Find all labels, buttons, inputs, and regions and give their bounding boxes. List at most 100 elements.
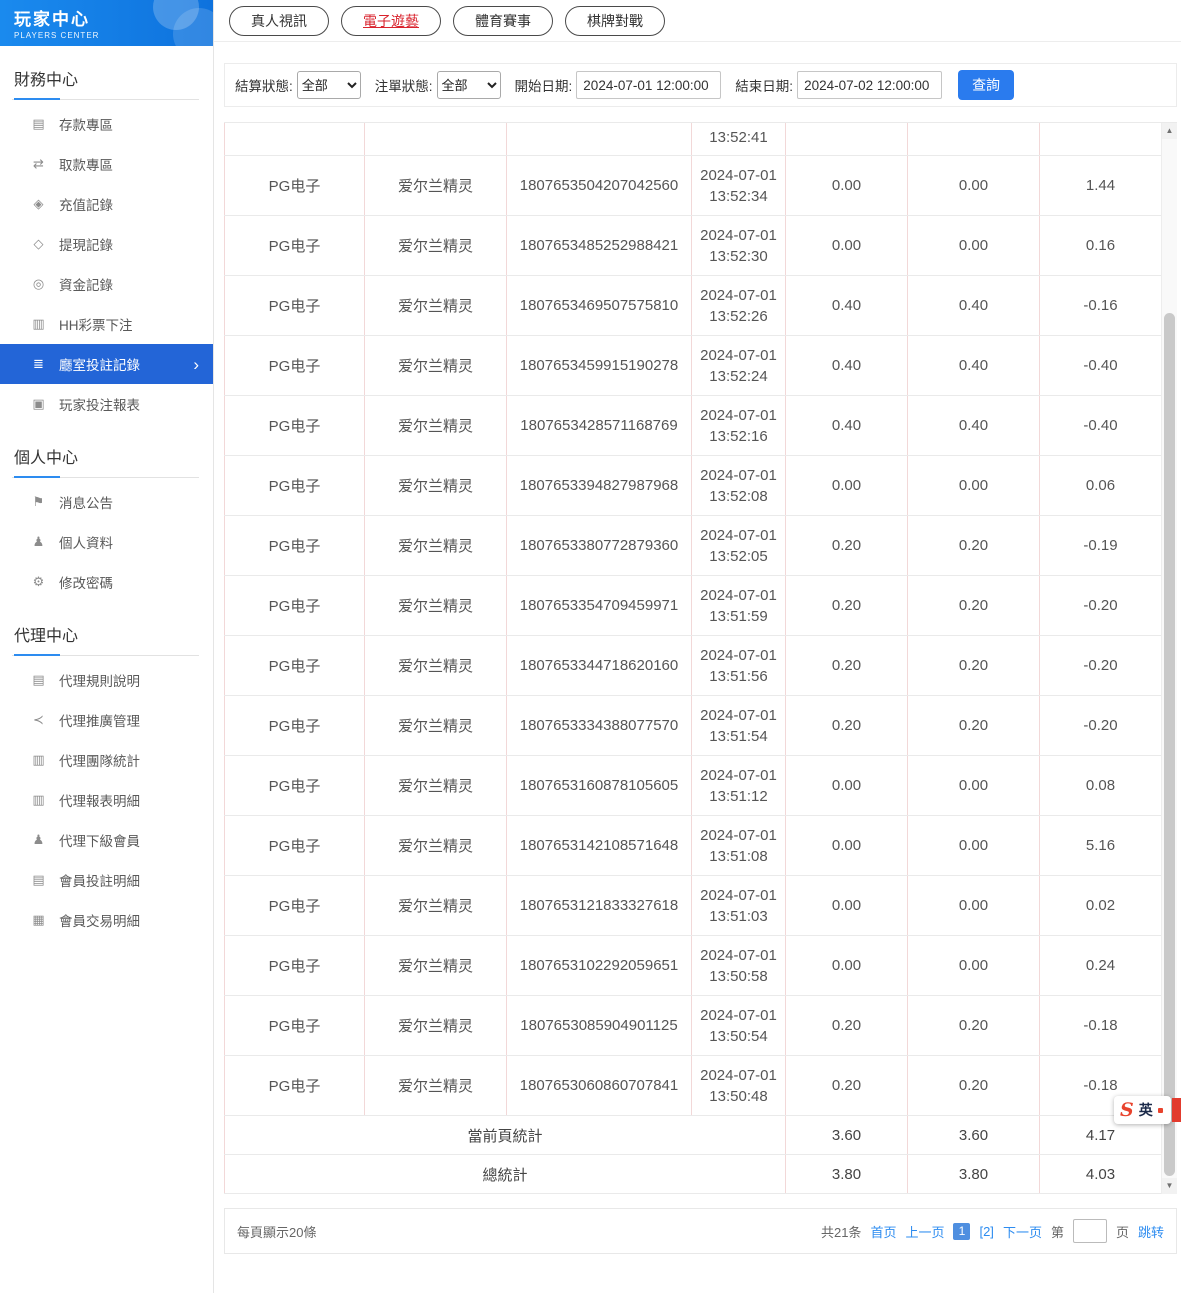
sidebar-item-recharge-records[interactable]: ◈充值記錄 <box>0 184 213 224</box>
cell-game-name: 爱尔兰精灵 <box>365 456 507 516</box>
cell-valid-bet: 0.40 <box>908 396 1040 456</box>
cell-winloss: -0.19 <box>1040 516 1162 576</box>
sidebar-item-member-bet-detail[interactable]: ▤會員投註明細 <box>0 860 213 900</box>
ime-red-fragment <box>1172 1098 1181 1122</box>
jump-button[interactable]: 跳转 <box>1138 1222 1164 1241</box>
cell-order-number: 1807653121833327618 <box>507 876 692 936</box>
sidebar-item-label: 存款專區 <box>59 114 113 134</box>
cell-date: 2024-07-01 <box>698 405 779 426</box>
cell-bet-amount: 0.20 <box>786 996 908 1056</box>
sidebar-item-deposit-zone[interactable]: ▤存款專區 <box>0 104 213 144</box>
sidebar-item-change-password[interactable]: ⚙修改密碼 <box>0 562 213 602</box>
tab-board-card[interactable]: 棋牌對戰 <box>565 6 665 36</box>
bet-table-row: PG电子 爱尔兰精灵 1807653344718620160 2024-07-0… <box>225 636 1162 696</box>
app-root: 玩家中心 PLAYERS CENTER 財務中心▤存款專區⇄取款專區◈充值記錄◇… <box>0 0 1181 1293</box>
sidebar-item-label: 玩家投注報表 <box>59 394 140 414</box>
sidebar-item-profile[interactable]: ♟個人資料 <box>0 522 213 562</box>
cell-time: 13:50:48 <box>698 1086 779 1107</box>
cell-order-number: 1807653060860707841 <box>507 1056 692 1116</box>
cell-provider: PG电子 <box>225 1056 365 1116</box>
sidebar-item-label: 代理推廣管理 <box>59 710 140 730</box>
pagination-controls: 共21条 首页 上一页 1 [2] 下一页 第 页 跳转 <box>821 1219 1164 1243</box>
sidebar-item-player-bet-report[interactable]: ▣玩家投注報表 <box>0 384 213 424</box>
cell-date: 2024-07-01 <box>698 705 779 726</box>
cell-provider <box>225 123 365 156</box>
share-icon: ≺ <box>30 712 47 728</box>
scrollbar-thumb[interactable] <box>1164 313 1175 1176</box>
end-date-input[interactable] <box>797 71 942 99</box>
cell-bet-amount: 0.00 <box>786 216 908 276</box>
cell-provider: PG电子 <box>225 876 365 936</box>
cell-order-number: 1807653160878105605 <box>507 756 692 816</box>
cell-time: 13:52:34 <box>698 186 779 207</box>
ime-indicator: S 英 <box>1114 1096 1171 1124</box>
current-page-indicator[interactable]: 1 <box>953 1223 970 1240</box>
sidebar-item-agent-sub-members[interactable]: ♟代理下級會員 <box>0 820 213 860</box>
sidebar-item-label: 取款專區 <box>59 154 113 174</box>
sidebar-nav: 財務中心▤存款專區⇄取款專區◈充值記錄◇提現記錄◎資金記錄▥HH彩票下注≣廳室投… <box>0 60 213 940</box>
cell-time: 13:51:08 <box>698 846 779 867</box>
cell-time: 13:51:59 <box>698 606 779 627</box>
cell-bet-amount: 0.20 <box>786 696 908 756</box>
brand-header: 玩家中心 PLAYERS CENTER <box>0 0 213 46</box>
cell-date: 2024-07-01 <box>698 645 779 666</box>
sidebar-item-announcements[interactable]: ⚑消息公告 <box>0 482 213 522</box>
transaction-detail-icon: ▦ <box>30 912 47 928</box>
lottery-doc-icon: ▥ <box>30 316 47 332</box>
sidebar-item-label: 充值記錄 <box>59 194 113 214</box>
sidebar-item-member-transaction-detail[interactable]: ▦會員交易明細 <box>0 900 213 940</box>
cell-date: 2024-07-01 <box>698 465 779 486</box>
cell-datetime: 2024-07-01 13:51:56 <box>692 636 786 696</box>
cell-winloss: -0.18 <box>1040 996 1162 1056</box>
vertical-scrollbar[interactable]: ▲ ▼ <box>1161 123 1177 1194</box>
sidebar: 玩家中心 PLAYERS CENTER 財務中心▤存款專區⇄取款專區◈充值記錄◇… <box>0 0 214 1293</box>
search-button[interactable]: 查詢 <box>958 70 1014 100</box>
settle-status-label: 結算狀態: <box>235 75 293 95</box>
bet-detail-icon: ▤ <box>30 872 47 888</box>
cell-provider: PG电子 <box>225 456 365 516</box>
bet-table-row: PG电子 爱尔兰精灵 1807653102292059651 2024-07-0… <box>225 936 1162 996</box>
sidebar-item-hh-lottery-bet[interactable]: ▥ HH彩票下注 <box>0 304 213 344</box>
prev-page-link[interactable]: 上一页 <box>905 1222 944 1241</box>
next-page-link[interactable]: 下一页 <box>1003 1222 1042 1241</box>
first-page-link[interactable]: 首页 <box>870 1222 896 1241</box>
sidebar-item-fund-records[interactable]: ◎資金記錄 <box>0 264 213 304</box>
sidebar-item-agent-report-detail[interactable]: ▥代理報表明細 <box>0 780 213 820</box>
sidebar-item-withdraw-zone[interactable]: ⇄取款專區 <box>0 144 213 184</box>
start-date-input[interactable] <box>576 71 721 99</box>
cell-time: 13:52:16 <box>698 426 779 447</box>
cell-bet-amount: 0.00 <box>786 156 908 216</box>
cell-date: 2024-07-01 <box>698 945 779 966</box>
cell-valid-bet: 0.40 <box>908 276 1040 336</box>
gear-icon: ⚙ <box>30 574 47 590</box>
cell-date: 2024-07-01 <box>698 345 779 366</box>
order-status-select[interactable]: 全部 <box>437 71 501 99</box>
total-stats-valid: 3.80 <box>908 1155 1040 1194</box>
cell-date: 2024-07-01 <box>698 165 779 186</box>
bet-table-row: PG电子 爱尔兰精灵 1807653085904901125 2024-07-0… <box>225 996 1162 1056</box>
sidebar-item-agent-promotion[interactable]: ≺ 代理推廣管理 <box>0 700 213 740</box>
tab-sports[interactable]: 體育賽事 <box>453 6 553 36</box>
bet-table-body: 13:52:41 PG电子 爱尔兰精灵 1807653504207042560 … <box>225 123 1162 1194</box>
sidebar-item-label: HH彩票下注 <box>59 314 133 334</box>
page-2-link[interactable]: [2] <box>979 1224 993 1239</box>
sidebar-item-room-bet-records[interactable]: ≣廳室投註記錄› <box>0 344 213 384</box>
ime-dot-icon <box>1158 1108 1163 1113</box>
scroll-down-arrow-icon[interactable]: ▼ <box>1162 1178 1177 1194</box>
cell-datetime: 13:52:41 <box>692 123 786 156</box>
sidebar-item-agent-rules[interactable]: ▤代理規則說明 <box>0 660 213 700</box>
settle-status-select[interactable]: 全部 <box>297 71 361 99</box>
cell-winloss: -0.40 <box>1040 336 1162 396</box>
sidebar-item-label: 個人資料 <box>59 532 113 552</box>
sidebar-item-agent-team-stats[interactable]: ▥代理團隊統計 <box>0 740 213 780</box>
cell-bet-amount: 0.00 <box>786 876 908 936</box>
sidebar-item-cashout-records[interactable]: ◇提現記錄 <box>0 224 213 264</box>
scroll-up-arrow-icon[interactable]: ▲ <box>1162 123 1177 139</box>
tab-electronic-games[interactable]: 電子遊藝 <box>341 6 441 36</box>
bet-table-row: PG电子 爱尔兰精灵 1807653428571168769 2024-07-0… <box>225 396 1162 456</box>
jump-page-input[interactable] <box>1073 1219 1107 1243</box>
tab-live-casino[interactable]: 真人視訊 <box>229 6 329 36</box>
cell-winloss: -0.20 <box>1040 696 1162 756</box>
page-stats-label: 當前頁統計 <box>225 1116 786 1155</box>
cell-game-name: 爱尔兰精灵 <box>365 216 507 276</box>
